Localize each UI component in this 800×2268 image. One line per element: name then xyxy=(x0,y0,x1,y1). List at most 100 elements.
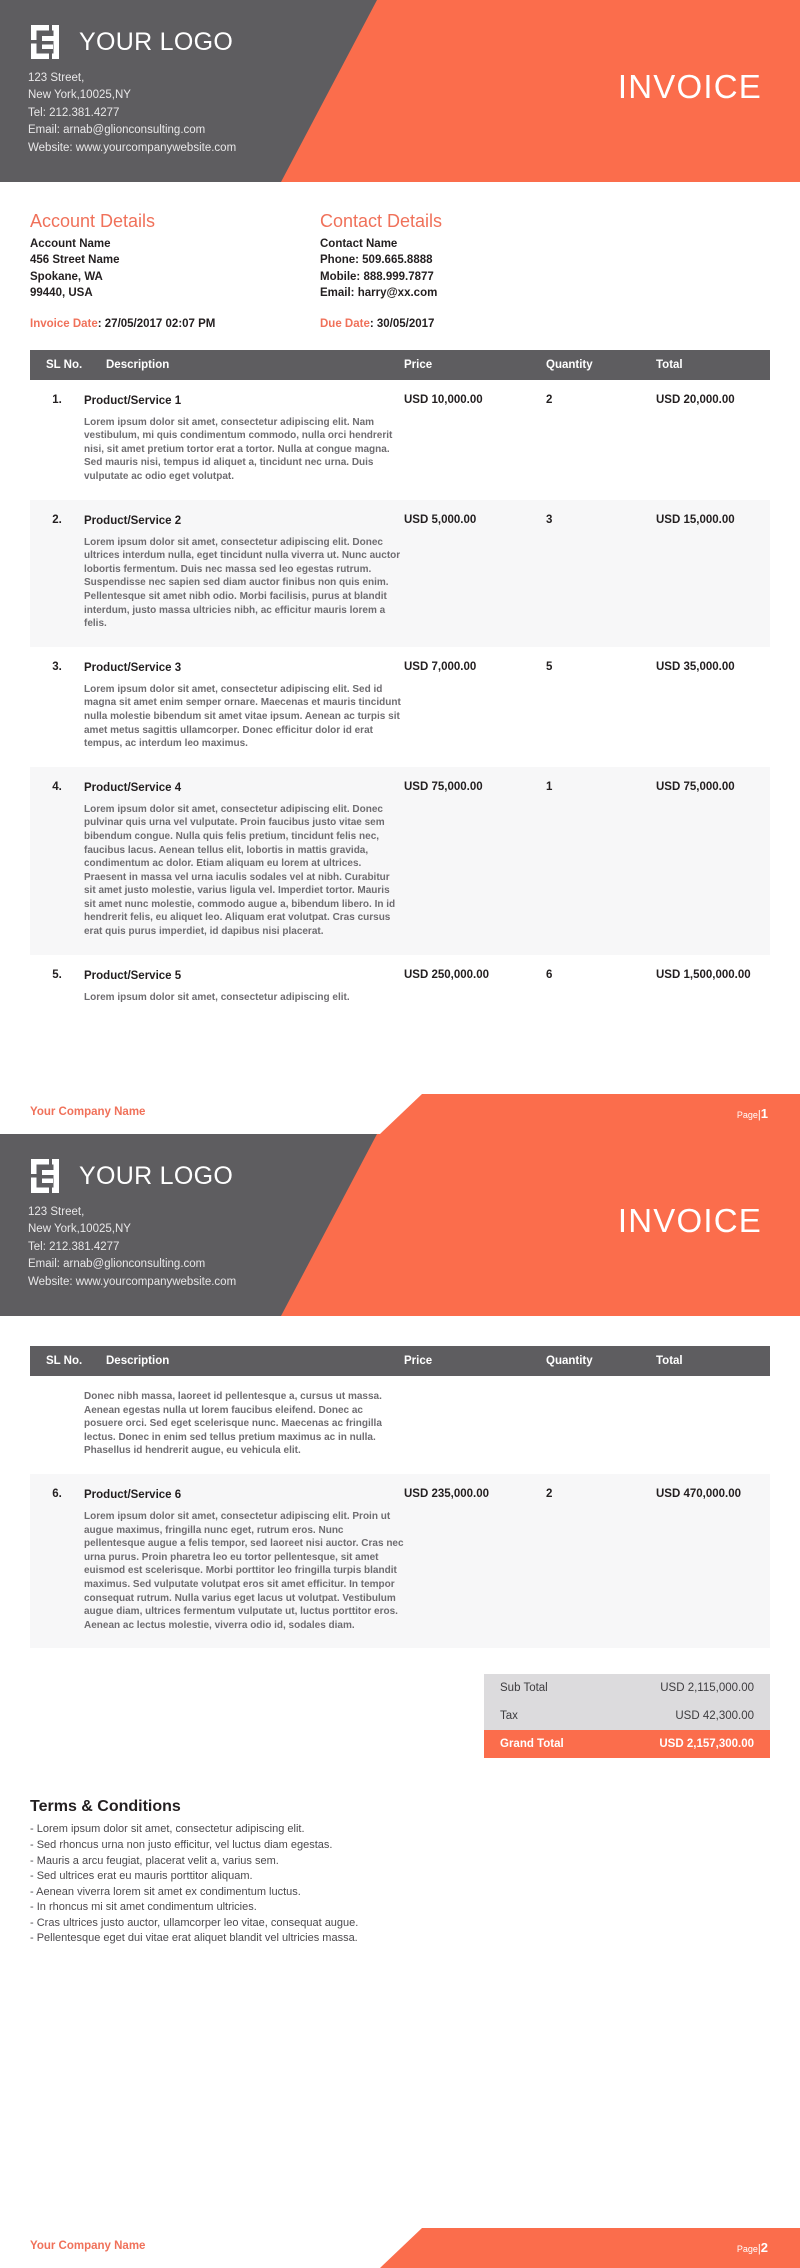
cell-price: USD 10,000.00 xyxy=(404,393,483,406)
cell-description: Product/Service 2 Lorem ipsum dolor sit a… xyxy=(84,499,404,647)
table-row: Donec nibh massa, laoreet id pellentesqu… xyxy=(30,1376,770,1474)
account-name: Account Name xyxy=(30,238,111,250)
cell-description: Donec nibh massa, laoreet id pellentesqu… xyxy=(84,1376,404,1474)
terms-item: - Sed rhoncus urna non justo efficitur, … xyxy=(30,1838,333,1851)
account-details-block: Account Details Account Name 456 Street … xyxy=(30,210,320,302)
terms-item: - Aenean viverra lorem sit amet ex condi… xyxy=(30,1885,301,1898)
grand-total-label: Grand Total xyxy=(500,1738,564,1751)
contact-details-block: Contact Details Contact Name Phone: 509.… xyxy=(320,210,610,302)
terms-item: - Lorem ipsum dolor sit amet, consectetu… xyxy=(30,1823,305,1836)
invoice-page-1: YOUR LOGO 123 Street, New York,10025,NY … xyxy=(0,0,800,1134)
contact-details-heading: Contact Details xyxy=(320,211,443,231)
cell-price: USD 75,000.00 xyxy=(404,766,546,955)
cell-quantity xyxy=(546,1376,656,1474)
footer-company-name: Your Company Name xyxy=(30,2240,146,2252)
grand-total-value: USD 2,157,300.00 xyxy=(659,1738,754,1751)
footer-company-name: Your Company Name xyxy=(30,1106,146,1118)
company-email: Email: arnab@glionconsulting.com xyxy=(28,124,206,137)
item-description: Lorem ipsum dolor sit amet, consectetur … xyxy=(84,683,401,750)
cell-quantity: 6 xyxy=(546,968,553,981)
cell-sl: 3. xyxy=(52,660,62,673)
column-header-total: Total xyxy=(656,1346,770,1376)
table-row: 6. Product/Service 6 Lorem ipsum dolor sit… xyxy=(30,1473,770,1649)
grand-total-row: Grand Total USD 2,157,300.00 xyxy=(484,1730,770,1759)
party-details-section: Account Details Account Name 456 Street … xyxy=(0,210,800,302)
cell-sl: 4. xyxy=(30,766,84,955)
table-row: 1. Product/Service 1 Lorem ipsum dolor sit… xyxy=(30,380,770,500)
due-date: Due Date: 30/05/2017 xyxy=(320,318,610,330)
footer-page-number: 1 xyxy=(760,1106,768,1121)
item-title: Product/Service 4 xyxy=(84,781,182,794)
footer-page-number: 2 xyxy=(760,2240,768,2255)
column-header-sl: SL No. xyxy=(30,1346,84,1376)
company-address-block: 123 Street, New York,10025,NY Tel: 212.3… xyxy=(28,1204,236,1291)
column-header-description: Description xyxy=(84,349,404,380)
logo-block: YOUR LOGO xyxy=(28,1156,233,1196)
company-address-line-1: 123 Street, xyxy=(28,72,85,84)
cell-description: Product/Service 6 Lorem ipsum dolor sit a… xyxy=(84,1473,404,1649)
table-row: 2. Product/Service 2 Lorem ipsum dolor sit… xyxy=(30,499,770,647)
cell-quantity: 2 xyxy=(546,393,553,406)
brackets-logo-icon xyxy=(28,1156,68,1196)
sub-total-row: Sub Total USD 2,115,000.00 xyxy=(484,1674,770,1703)
line-items-table-wrapper: SL No. Description Price Quantity Total … xyxy=(0,1346,800,1649)
account-street: 456 Street Name xyxy=(30,254,120,267)
contact-email: Email: harry@xx.com xyxy=(320,287,438,300)
due-date-value: : 30/05/2017 xyxy=(369,317,435,330)
terms-item: - In rhoncus mi sit amet condimentum ult… xyxy=(30,1901,257,1914)
invoice-date-label: Invoice Date xyxy=(30,317,98,330)
company-address-block: 123 Street, New York,10025,NY Tel: 212.3… xyxy=(28,70,236,157)
cell-description: Product/Service 3 Lorem ipsum dolor sit a… xyxy=(84,647,404,767)
brackets-logo-icon xyxy=(28,22,68,62)
page-header: YOUR LOGO 123 Street, New York,10025,NY … xyxy=(0,1134,800,1316)
item-description: Lorem ipsum dolor sit amet, consectetur … xyxy=(84,1510,404,1631)
account-details-heading: Account Details xyxy=(30,211,156,231)
item-title: Product/Service 3 xyxy=(84,661,182,674)
terms-heading: Terms & Conditions xyxy=(30,1798,181,1816)
item-title: Product/Service 1 xyxy=(84,394,182,407)
cell-price: USD 250,000.00 xyxy=(404,968,490,981)
company-address-line-1: 123 Street, xyxy=(28,1206,85,1218)
table-row: 4. Product/Service 4 Lorem ipsum dolor sit… xyxy=(30,766,770,955)
item-description: Donec nibh massa, laoreet id pellentesqu… xyxy=(84,1391,382,1457)
column-header-quantity: Quantity xyxy=(546,1346,656,1376)
company-tel: Tel: 212.381.4277 xyxy=(28,106,120,119)
logo-text: YOUR LOGO xyxy=(79,1161,234,1190)
column-header-sl: SL No. xyxy=(30,349,84,380)
company-website: Website: www.yourcompanywebsite.com xyxy=(28,1275,237,1288)
cell-description: Product/Service 1 Lorem ipsum dolor sit a… xyxy=(84,380,404,500)
terms-list: - Lorem ipsum dolor sit amet, consectetu… xyxy=(30,1822,770,1947)
tax-value: USD 42,300.00 xyxy=(675,1710,754,1723)
item-description: Lorem ipsum dolor sit amet, consectetur … xyxy=(84,416,393,482)
cell-quantity: 1 xyxy=(546,766,656,955)
terms-and-conditions: Terms & Conditions - Lorem ipsum dolor s… xyxy=(0,1796,800,1947)
cell-description: Product/Service 4 Lorem ipsum dolor sit a… xyxy=(84,766,404,955)
logo-text: YOUR LOGO xyxy=(79,27,234,56)
footer-page-indicator: Page|2 xyxy=(737,2240,768,2255)
cell-price: USD 235,000.00 xyxy=(404,1473,546,1649)
item-description: Lorem ipsum dolor sit amet, consectetur … xyxy=(84,803,396,938)
terms-item: - Sed ultrices erat eu mauris porttitor … xyxy=(30,1870,253,1883)
cell-price xyxy=(404,1376,546,1474)
line-items-table-wrapper: SL No. Description Price Quantity Total … xyxy=(0,349,800,1021)
contact-mobile: Mobile: 888.999.7877 xyxy=(320,270,434,283)
sub-total-label: Sub Total xyxy=(500,1682,548,1695)
cell-price: USD 7,000.00 xyxy=(404,660,477,673)
cell-quantity: 2 xyxy=(546,1473,656,1649)
column-header-quantity: Quantity xyxy=(546,349,656,380)
column-header-price: Price xyxy=(404,349,546,380)
cell-total: USD 1,500,000.00 xyxy=(656,968,751,981)
cell-sl xyxy=(30,1376,84,1474)
item-description: Lorem ipsum dolor sit amet, consectetur … xyxy=(84,536,401,630)
cell-total: USD 75,000.00 xyxy=(656,766,770,955)
invoice-title: INVOICE xyxy=(617,68,762,105)
item-description: Lorem ipsum dolor sit amet, consectetur … xyxy=(84,991,350,1003)
cell-quantity: 3 xyxy=(546,499,656,647)
item-title: Product/Service 5 xyxy=(84,969,182,982)
invoice-title: INVOICE xyxy=(617,1202,762,1239)
company-tel: Tel: 212.381.4277 xyxy=(28,1240,120,1253)
cell-total xyxy=(656,1376,770,1474)
cell-sl: 5. xyxy=(52,968,62,981)
footer-page-word: Page xyxy=(736,2244,758,2254)
footer-page-indicator: Page|1 xyxy=(737,1106,768,1121)
